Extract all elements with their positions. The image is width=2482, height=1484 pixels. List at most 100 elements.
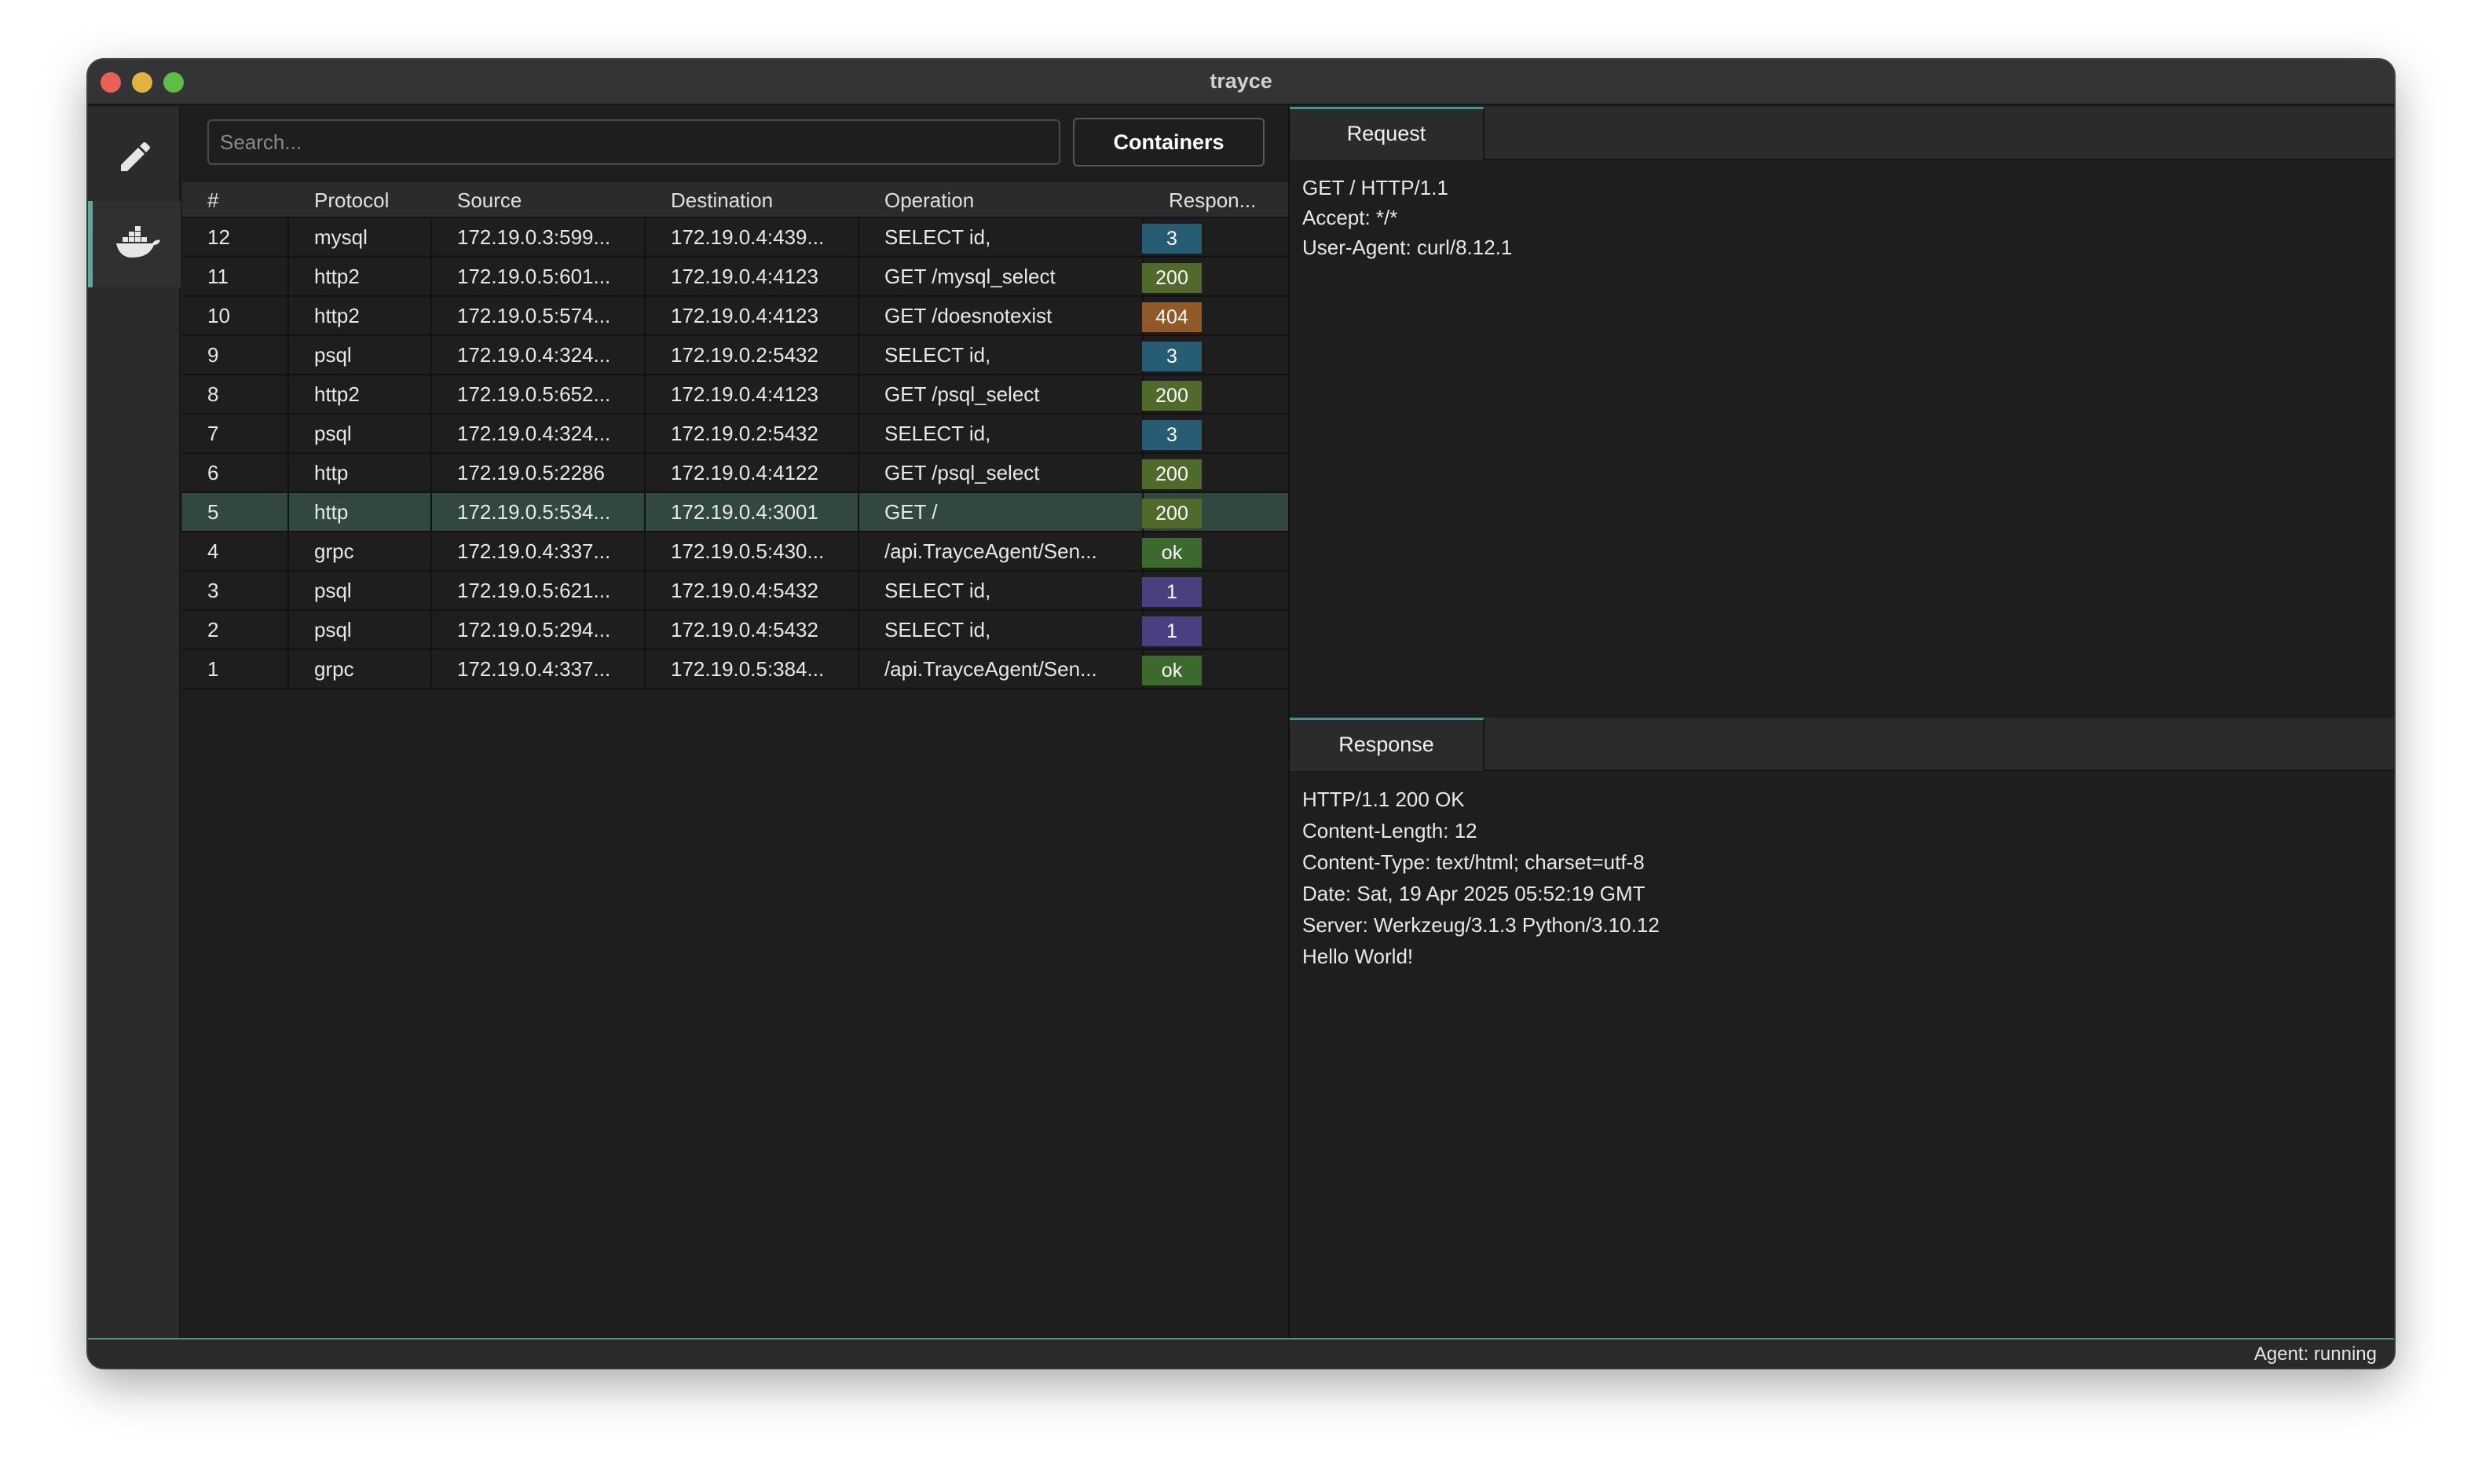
request-line: GET / HTTP/1.1 [1302, 176, 1448, 199]
cell-destination: 172.19.0.4:4123 [646, 258, 859, 295]
app-window: trayce Containers # P [88, 60, 2394, 1368]
response-line: Content-Length: 12 [1302, 819, 1477, 843]
cell-operation: GET /mysql_select [859, 258, 1144, 295]
request-body[interactable]: GET / HTTP/1.1 Accept: */* User-Agent: c… [1302, 173, 1512, 262]
sidebar-item-editor[interactable] [88, 115, 181, 201]
search-input[interactable] [207, 119, 1060, 165]
cell-protocol: psql [289, 336, 432, 374]
cell-operation: SELECT id, [859, 336, 1144, 374]
cell-source: 172.19.0.5:621... [432, 572, 646, 609]
cell-source: 172.19.0.4:324... [432, 415, 646, 452]
response-line: HTTP/1.1 200 OK [1302, 788, 1465, 811]
cell-protocol: http2 [289, 297, 432, 334]
cell-protocol: http2 [289, 375, 432, 413]
response-badge: 404 [1142, 302, 1202, 332]
cell-destination: 172.19.0.4:4123 [646, 297, 859, 334]
response-line: Content-Type: text/html; charset=utf-8 [1302, 850, 1645, 874]
request-header: Request [1290, 107, 2394, 160]
cell-destination: 172.19.0.5:384... [646, 650, 859, 688]
cell-destination: 172.19.0.4:4123 [646, 375, 859, 413]
table-row[interactable]: 6 http 172.19.0.5:2286 172.19.0.4:4122 GET /… [182, 454, 1288, 493]
cell-source: 172.19.0.5:574... [432, 297, 646, 334]
cell-number: 8 [182, 375, 289, 413]
table-row[interactable]: 9 psql 172.19.0.4:324... 172.19.0.2:5432 SEL… [182, 336, 1288, 375]
table-row[interactable]: 10 http2 172.19.0.5:574... 172.19.0.4:4123 G… [182, 297, 1288, 336]
column-header-response[interactable]: Respon... [1169, 188, 1256, 213]
cell-source: 172.19.0.5:652... [432, 375, 646, 413]
status-bar: Agent: running [88, 1338, 2394, 1368]
table-row[interactable]: 1 grpc 172.19.0.4:337... 172.19.0.5:384... /… [182, 650, 1288, 689]
cell-number: 12 [182, 218, 289, 256]
cell-destination: 172.19.0.5:430... [646, 532, 859, 570]
response-badge: ok [1142, 538, 1202, 568]
response-line: Server: Werkzeug/3.1.3 Python/3.10.12 [1302, 913, 1660, 937]
column-header-source[interactable]: Source [457, 188, 522, 213]
cell-number: 7 [182, 415, 289, 452]
response-body[interactable]: HTTP/1.1 200 OK Content-Length: 12 Conte… [1302, 784, 1660, 972]
table-row[interactable]: 3 psql 172.19.0.5:621... 172.19.0.4:5432 SEL… [182, 572, 1288, 611]
table-row[interactable]: 8 http2 172.19.0.5:652... 172.19.0.4:4123 GE… [182, 375, 1288, 415]
cell-operation: GET / [859, 493, 1144, 531]
agent-status: Agent: running [2253, 1343, 2377, 1365]
cell-protocol: http [289, 454, 432, 492]
detail-panel: Request GET / HTTP/1.1 Accept: */* User-… [1288, 107, 2394, 1338]
cell-source: 172.19.0.3:599... [432, 218, 646, 256]
cell-number: 4 [182, 532, 289, 570]
cell-protocol: grpc [289, 650, 432, 688]
cell-number: 6 [182, 454, 289, 492]
column-header-operation[interactable]: Operation [884, 188, 974, 213]
pencil-icon [121, 142, 150, 171]
table-row[interactable]: 4 grpc 172.19.0.4:337... 172.19.0.5:430... /… [182, 532, 1288, 572]
cell-protocol: psql [289, 611, 432, 649]
docker-icon [116, 226, 160, 258]
request-line: User-Agent: curl/8.12.1 [1302, 236, 1513, 259]
cell-destination: 172.19.0.4:4122 [646, 454, 859, 492]
response-badge: 1 [1142, 577, 1202, 607]
cell-number: 3 [182, 572, 289, 609]
cell-operation: SELECT id, [859, 611, 1144, 649]
cell-protocol: psql [289, 415, 432, 452]
cell-source: 172.19.0.4:337... [432, 650, 646, 688]
cell-destination: 172.19.0.2:5432 [646, 336, 859, 374]
cell-number: 2 [182, 611, 289, 649]
table-row[interactable]: 12 mysql 172.19.0.3:599... 172.19.0.4:439..… [182, 218, 1288, 258]
sidebar-item-containers[interactable] [88, 201, 181, 287]
tab-request[interactable]: Request [1290, 107, 1484, 160]
flows-table-body: 12 mysql 172.19.0.3:599... 172.19.0.4:439..… [182, 218, 1288, 689]
cell-destination: 172.19.0.4:5432 [646, 611, 859, 649]
cell-number: 1 [182, 650, 289, 688]
response-badge: 200 [1142, 459, 1202, 489]
cell-number: 11 [182, 258, 289, 295]
column-header-number[interactable]: # [207, 188, 218, 213]
response-badge: 200 [1142, 499, 1202, 528]
tab-response[interactable]: Response [1290, 718, 1484, 771]
cell-operation: GET /psql_select [859, 375, 1144, 413]
response-badge: 1 [1142, 616, 1202, 646]
response-line: Date: Sat, 19 Apr 2025 05:52:19 GMT [1302, 882, 1646, 905]
cell-source: 172.19.0.5:294... [432, 611, 646, 649]
cell-source: 172.19.0.4:324... [432, 336, 646, 374]
cell-operation: GET /doesnotexist [859, 297, 1144, 334]
cell-destination: 172.19.0.2:5432 [646, 415, 859, 452]
cell-number: 10 [182, 297, 289, 334]
table-row[interactable]: 11 http2 172.19.0.5:601... 172.19.0.4:4123 G… [182, 258, 1288, 297]
containers-button[interactable]: Containers [1073, 118, 1265, 166]
response-header: Response [1290, 718, 2394, 771]
response-badge: 3 [1142, 420, 1202, 450]
cell-number: 9 [182, 336, 289, 374]
cell-protocol: http2 [289, 258, 432, 295]
table-row[interactable]: 7 psql 172.19.0.4:324... 172.19.0.2:5432 SEL… [182, 415, 1288, 454]
cell-operation: SELECT id, [859, 218, 1144, 256]
cell-operation: GET /psql_select [859, 454, 1144, 492]
response-badge: 3 [1142, 224, 1202, 254]
column-header-protocol[interactable]: Protocol [314, 188, 389, 213]
table-header: # Protocol Source Destination Operation … [182, 182, 1288, 218]
column-header-destination[interactable]: Destination [671, 188, 773, 213]
cell-operation: /api.TrayceAgent/Sen... [859, 532, 1144, 570]
table-row[interactable]: 5 http 172.19.0.5:534... 172.19.0.4:3001 GET… [182, 493, 1288, 532]
cell-protocol: grpc [289, 532, 432, 570]
cell-source: 172.19.0.5:2286 [432, 454, 646, 492]
flows-panel: Containers # Protocol Source Destination… [182, 107, 1288, 1338]
title-bar: trayce [88, 60, 2394, 105]
table-row[interactable]: 2 psql 172.19.0.5:294... 172.19.0.4:5432 SEL… [182, 611, 1288, 650]
